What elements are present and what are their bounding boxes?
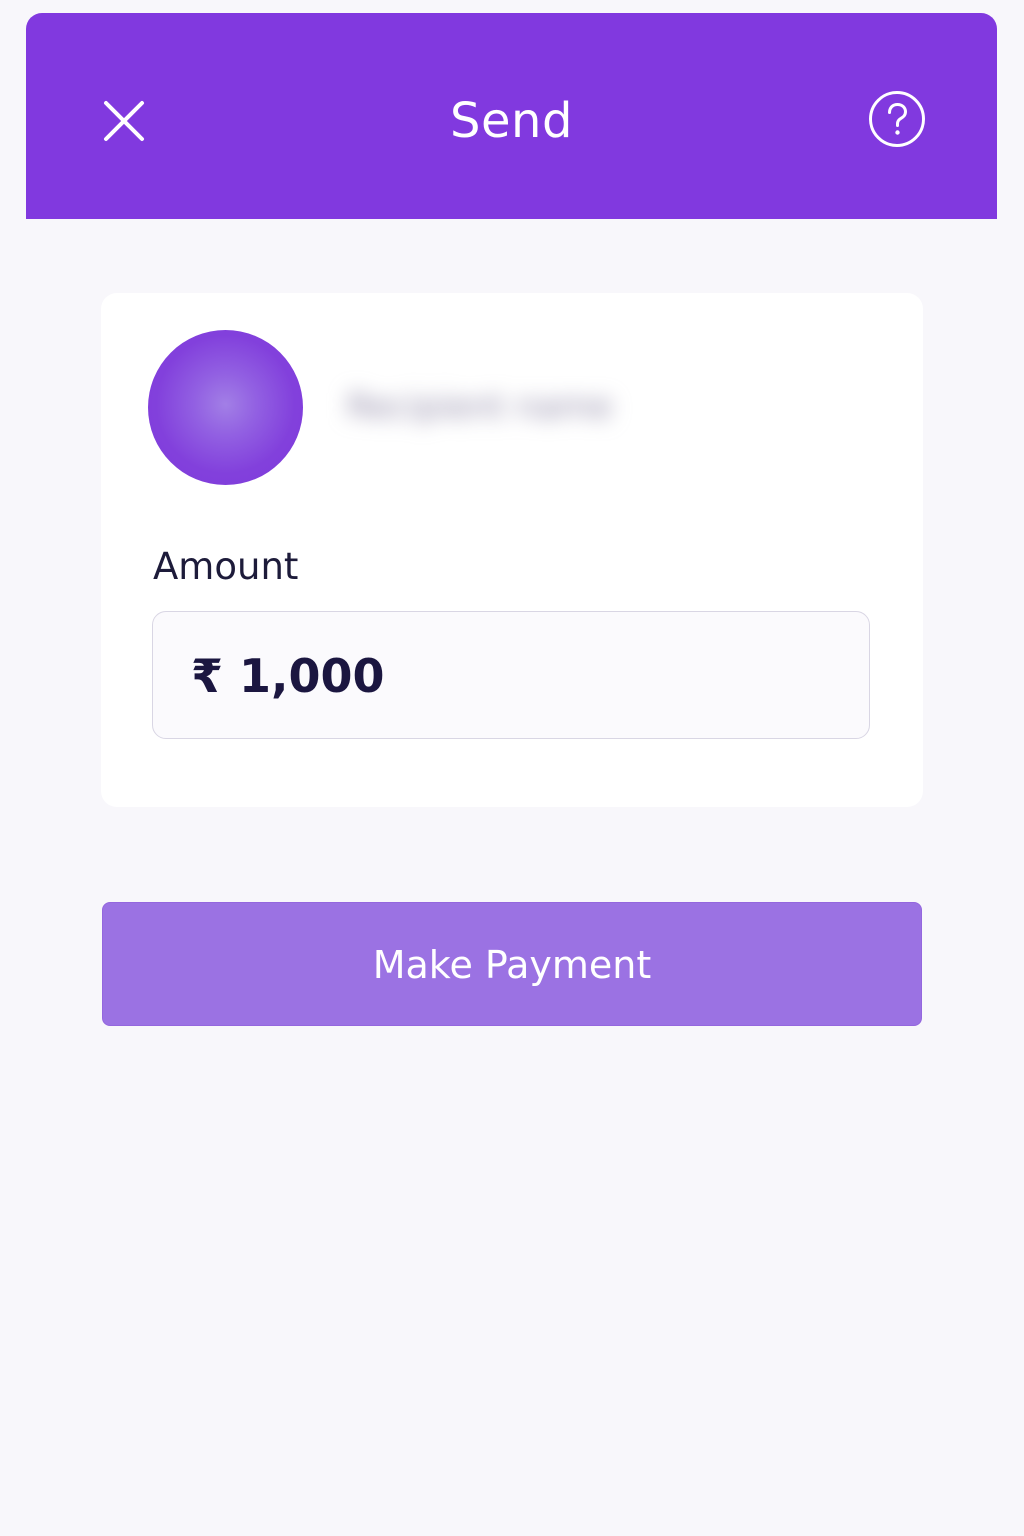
- amount-input[interactable]: ₹ 1,000: [152, 611, 870, 739]
- amount-value: ₹ 1,000: [191, 649, 385, 703]
- make-payment-button[interactable]: Make Payment: [102, 902, 922, 1026]
- help-icon: [869, 91, 925, 147]
- help-button[interactable]: [868, 90, 926, 148]
- make-payment-label: Make Payment: [372, 943, 652, 987]
- page-title: Send: [450, 93, 573, 149]
- recipient-name-text: Recipient name: [347, 387, 613, 427]
- recipient-name-blurred: Recipient name: [347, 385, 685, 429]
- recipient-avatar: [148, 330, 303, 485]
- amount-label: Amount: [153, 545, 299, 588]
- app-header: Send: [26, 13, 997, 219]
- payment-card: Recipient name Amount ₹ 1,000: [101, 293, 923, 807]
